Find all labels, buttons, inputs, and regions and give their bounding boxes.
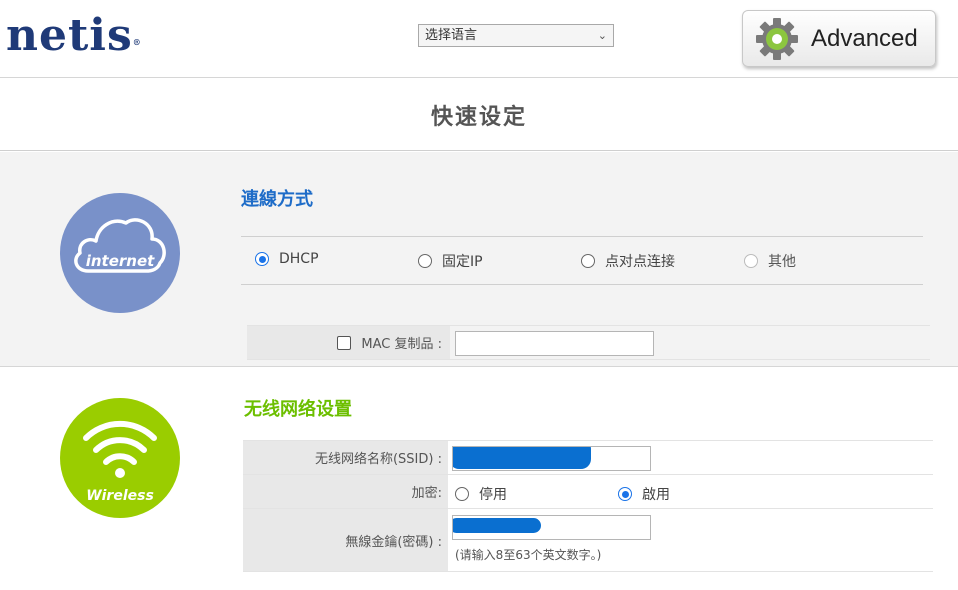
page-title: 快速设定 (430, 104, 527, 130)
divider (241, 284, 923, 285)
radio-encryption-on[interactable]: 啟用 (618, 484, 670, 504)
radio-dhcp-label: DHCP (279, 251, 319, 267)
internet-icon-label: internet (86, 252, 155, 270)
radio-encryption-on-label: 啟用 (642, 487, 670, 503)
ssid-input[interactable] (452, 446, 651, 471)
radio-other-label: 其他 (768, 254, 796, 270)
wireless-key-label: 無線金鑰(密碼) : (345, 534, 442, 550)
encryption-label-cell: 加密: (243, 475, 448, 508)
ssid-label-cell: 无线网络名称(SSID) : (243, 441, 448, 474)
encryption-label: 加密: (411, 486, 442, 501)
wireless-icon-label: Wireless (86, 488, 154, 504)
wireless-settings-heading: 无线网络设置 (244, 399, 352, 420)
radio-pppoe[interactable]: 点对点连接 (581, 251, 675, 271)
radio-button[interactable] (581, 254, 595, 268)
radio-other[interactable]: 其他 (744, 251, 796, 271)
radio-encryption-off[interactable]: 停用 (455, 484, 507, 504)
radio-button-checked[interactable] (255, 252, 269, 266)
registered-mark: ® (132, 37, 142, 47)
advanced-label: Advanced (811, 24, 918, 52)
ssid-label: 无线网络名称(SSID) : (314, 452, 442, 467)
mac-clone-row: MAC 复制品 : (247, 325, 930, 360)
radio-button[interactable] (455, 487, 469, 501)
advanced-button[interactable]: Advanced (742, 10, 936, 67)
mac-clone-label: MAC 复制品 : (361, 337, 442, 352)
wireless-key-row: 無線金鑰(密碼) : (请输入8至63个英文数字。) (243, 508, 933, 571)
radio-button-checked[interactable] (618, 487, 632, 501)
mac-address-input[interactable] (455, 331, 654, 356)
radio-button[interactable] (418, 254, 432, 268)
header: netis® 选择语言 ⌄ Advanced (0, 0, 958, 78)
encryption-row: 加密: 停用 啟用 (243, 474, 933, 508)
wireless-key-input[interactable] (452, 515, 651, 540)
netis-logo[interactable]: netis® (6, 12, 142, 60)
radio-button-disabled[interactable] (744, 254, 758, 268)
ssid-row: 无线网络名称(SSID) : (243, 440, 933, 474)
redacted-key (453, 518, 541, 533)
chevron-down-icon: ⌄ (597, 29, 607, 42)
wireless-key-hint: (请输入8至63个英文数字。) (455, 548, 602, 562)
radio-static-ip-label: 固定IP (442, 254, 483, 270)
language-select-value: 选择语言 (425, 28, 478, 43)
radio-dhcp[interactable]: DHCP (255, 251, 319, 267)
radio-pppoe-label: 点对点连接 (605, 254, 675, 270)
connection-type-heading: 連線方式 (241, 189, 313, 210)
wireless-key-label-cell: 無線金鑰(密碼) : (243, 509, 448, 571)
mac-clone-checkbox[interactable] (337, 335, 352, 350)
redacted-ssid (453, 447, 591, 469)
mac-clone-label-cell: MAC 复制品 : (247, 326, 450, 359)
page-title-bar: 快速设定 (0, 79, 958, 151)
internet-cloud-icon: internet (60, 193, 180, 313)
logo-text: netis (6, 10, 133, 61)
radio-static-ip[interactable]: 固定IP (418, 251, 483, 271)
gear-icon (756, 17, 798, 60)
language-select[interactable]: 选择语言 ⌄ (418, 24, 614, 47)
radio-encryption-off-label: 停用 (479, 487, 507, 503)
wireless-icon: Wireless (60, 398, 180, 518)
divider (243, 571, 933, 572)
connection-type-options: DHCP 固定IP 点对点连接 其他 (241, 237, 923, 284)
